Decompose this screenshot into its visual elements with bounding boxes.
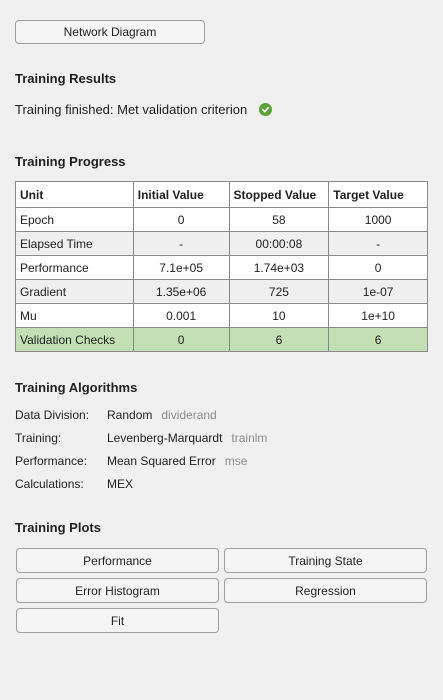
- table-cell: 7.1e+05: [132, 255, 230, 280]
- table-cell: 1e+10: [328, 303, 428, 328]
- table-cell: 1000: [328, 207, 428, 232]
- table-row: Mu 0.001 10 1e+10: [15, 303, 428, 328]
- training-status: Training finished: Met validation criter…: [15, 102, 273, 117]
- table-cell: 0: [132, 327, 230, 352]
- table-cell: -: [132, 231, 230, 256]
- training-state-plot-button[interactable]: Training State: [224, 548, 427, 573]
- algo-function: trainlm: [231, 431, 268, 445]
- performance-plot-button[interactable]: Performance: [16, 548, 219, 573]
- table-cell: 1.74e+03: [228, 255, 330, 280]
- table-cell: Elapsed Time: [15, 231, 134, 256]
- table-row-highlighted: Validation Checks 0 6 6: [15, 327, 428, 352]
- algo-label: Calculations:: [15, 477, 84, 491]
- algo-value-text: Random: [107, 408, 153, 422]
- table-cell: -: [328, 231, 428, 256]
- algo-label: Performance:: [15, 454, 88, 468]
- training-progress-title: Training Progress: [15, 154, 126, 169]
- algo-value: Mean Squared Error mse: [107, 453, 267, 470]
- training-algorithms-title: Training Algorithms: [15, 380, 138, 395]
- training-plots-title: Training Plots: [15, 520, 101, 535]
- table-cell: 10: [228, 303, 330, 328]
- table-cell: 6: [328, 327, 428, 352]
- algo-value-text: Mean Squared Error: [107, 454, 216, 468]
- table-cell: 1.35e+06: [132, 279, 230, 304]
- algo-function: mse: [224, 454, 248, 468]
- training-algorithms-list: Data Division: Random dividerand Training…: [15, 407, 267, 493]
- table-row: Elapsed Time - 00:00:08 -: [15, 231, 428, 256]
- table-cell: 1e-07: [328, 279, 428, 304]
- algo-label: Data Division:: [15, 408, 90, 422]
- header-initial-value: Initial Value: [132, 181, 230, 208]
- network-diagram-button[interactable]: Network Diagram: [15, 20, 205, 44]
- regression-plot-button[interactable]: Regression: [224, 578, 427, 603]
- checkmark-icon: [259, 103, 273, 116]
- training-status-text: Training finished: Met validation criter…: [15, 102, 248, 117]
- algo-value: Levenberg-Marquardt trainlm: [107, 430, 267, 447]
- algo-value-text: Levenberg-Marquardt: [107, 431, 223, 445]
- fit-plot-button[interactable]: Fit: [16, 608, 219, 633]
- table-cell: 00:00:08: [228, 231, 330, 256]
- algo-value-text: MEX: [107, 477, 134, 491]
- table-header-row: Unit Initial Value Stopped Value Target …: [15, 181, 428, 208]
- table-row: Epoch 0 58 1000: [15, 207, 428, 232]
- algo-value: MEX: [107, 476, 267, 493]
- table-cell: Performance: [15, 255, 134, 280]
- table-cell: Gradient: [15, 279, 134, 304]
- algo-value: Random dividerand: [107, 407, 267, 424]
- header-target-value: Target Value: [328, 181, 428, 208]
- table-cell: 6: [228, 327, 330, 352]
- table-cell: 0.001: [132, 303, 230, 328]
- table-cell: Epoch: [15, 207, 134, 232]
- table-cell: 0: [328, 255, 428, 280]
- error-histogram-plot-button[interactable]: Error Histogram: [16, 578, 219, 603]
- table-cell: Mu: [15, 303, 134, 328]
- training-results-title: Training Results: [15, 71, 117, 86]
- algo-label: Training:: [15, 431, 62, 445]
- training-progress-table: Unit Initial Value Stopped Value Target …: [15, 181, 428, 352]
- header-unit: Unit: [15, 181, 134, 208]
- table-cell: 58: [228, 207, 330, 232]
- table-cell: Validation Checks: [15, 327, 134, 352]
- table-row: Performance 7.1e+05 1.74e+03 0: [15, 255, 428, 280]
- table-cell: 0: [132, 207, 230, 232]
- header-stopped-value: Stopped Value: [228, 181, 330, 208]
- algo-function: dividerand: [161, 408, 217, 422]
- table-cell: 725: [228, 279, 330, 304]
- table-row: Gradient 1.35e+06 725 1e-07: [15, 279, 428, 304]
